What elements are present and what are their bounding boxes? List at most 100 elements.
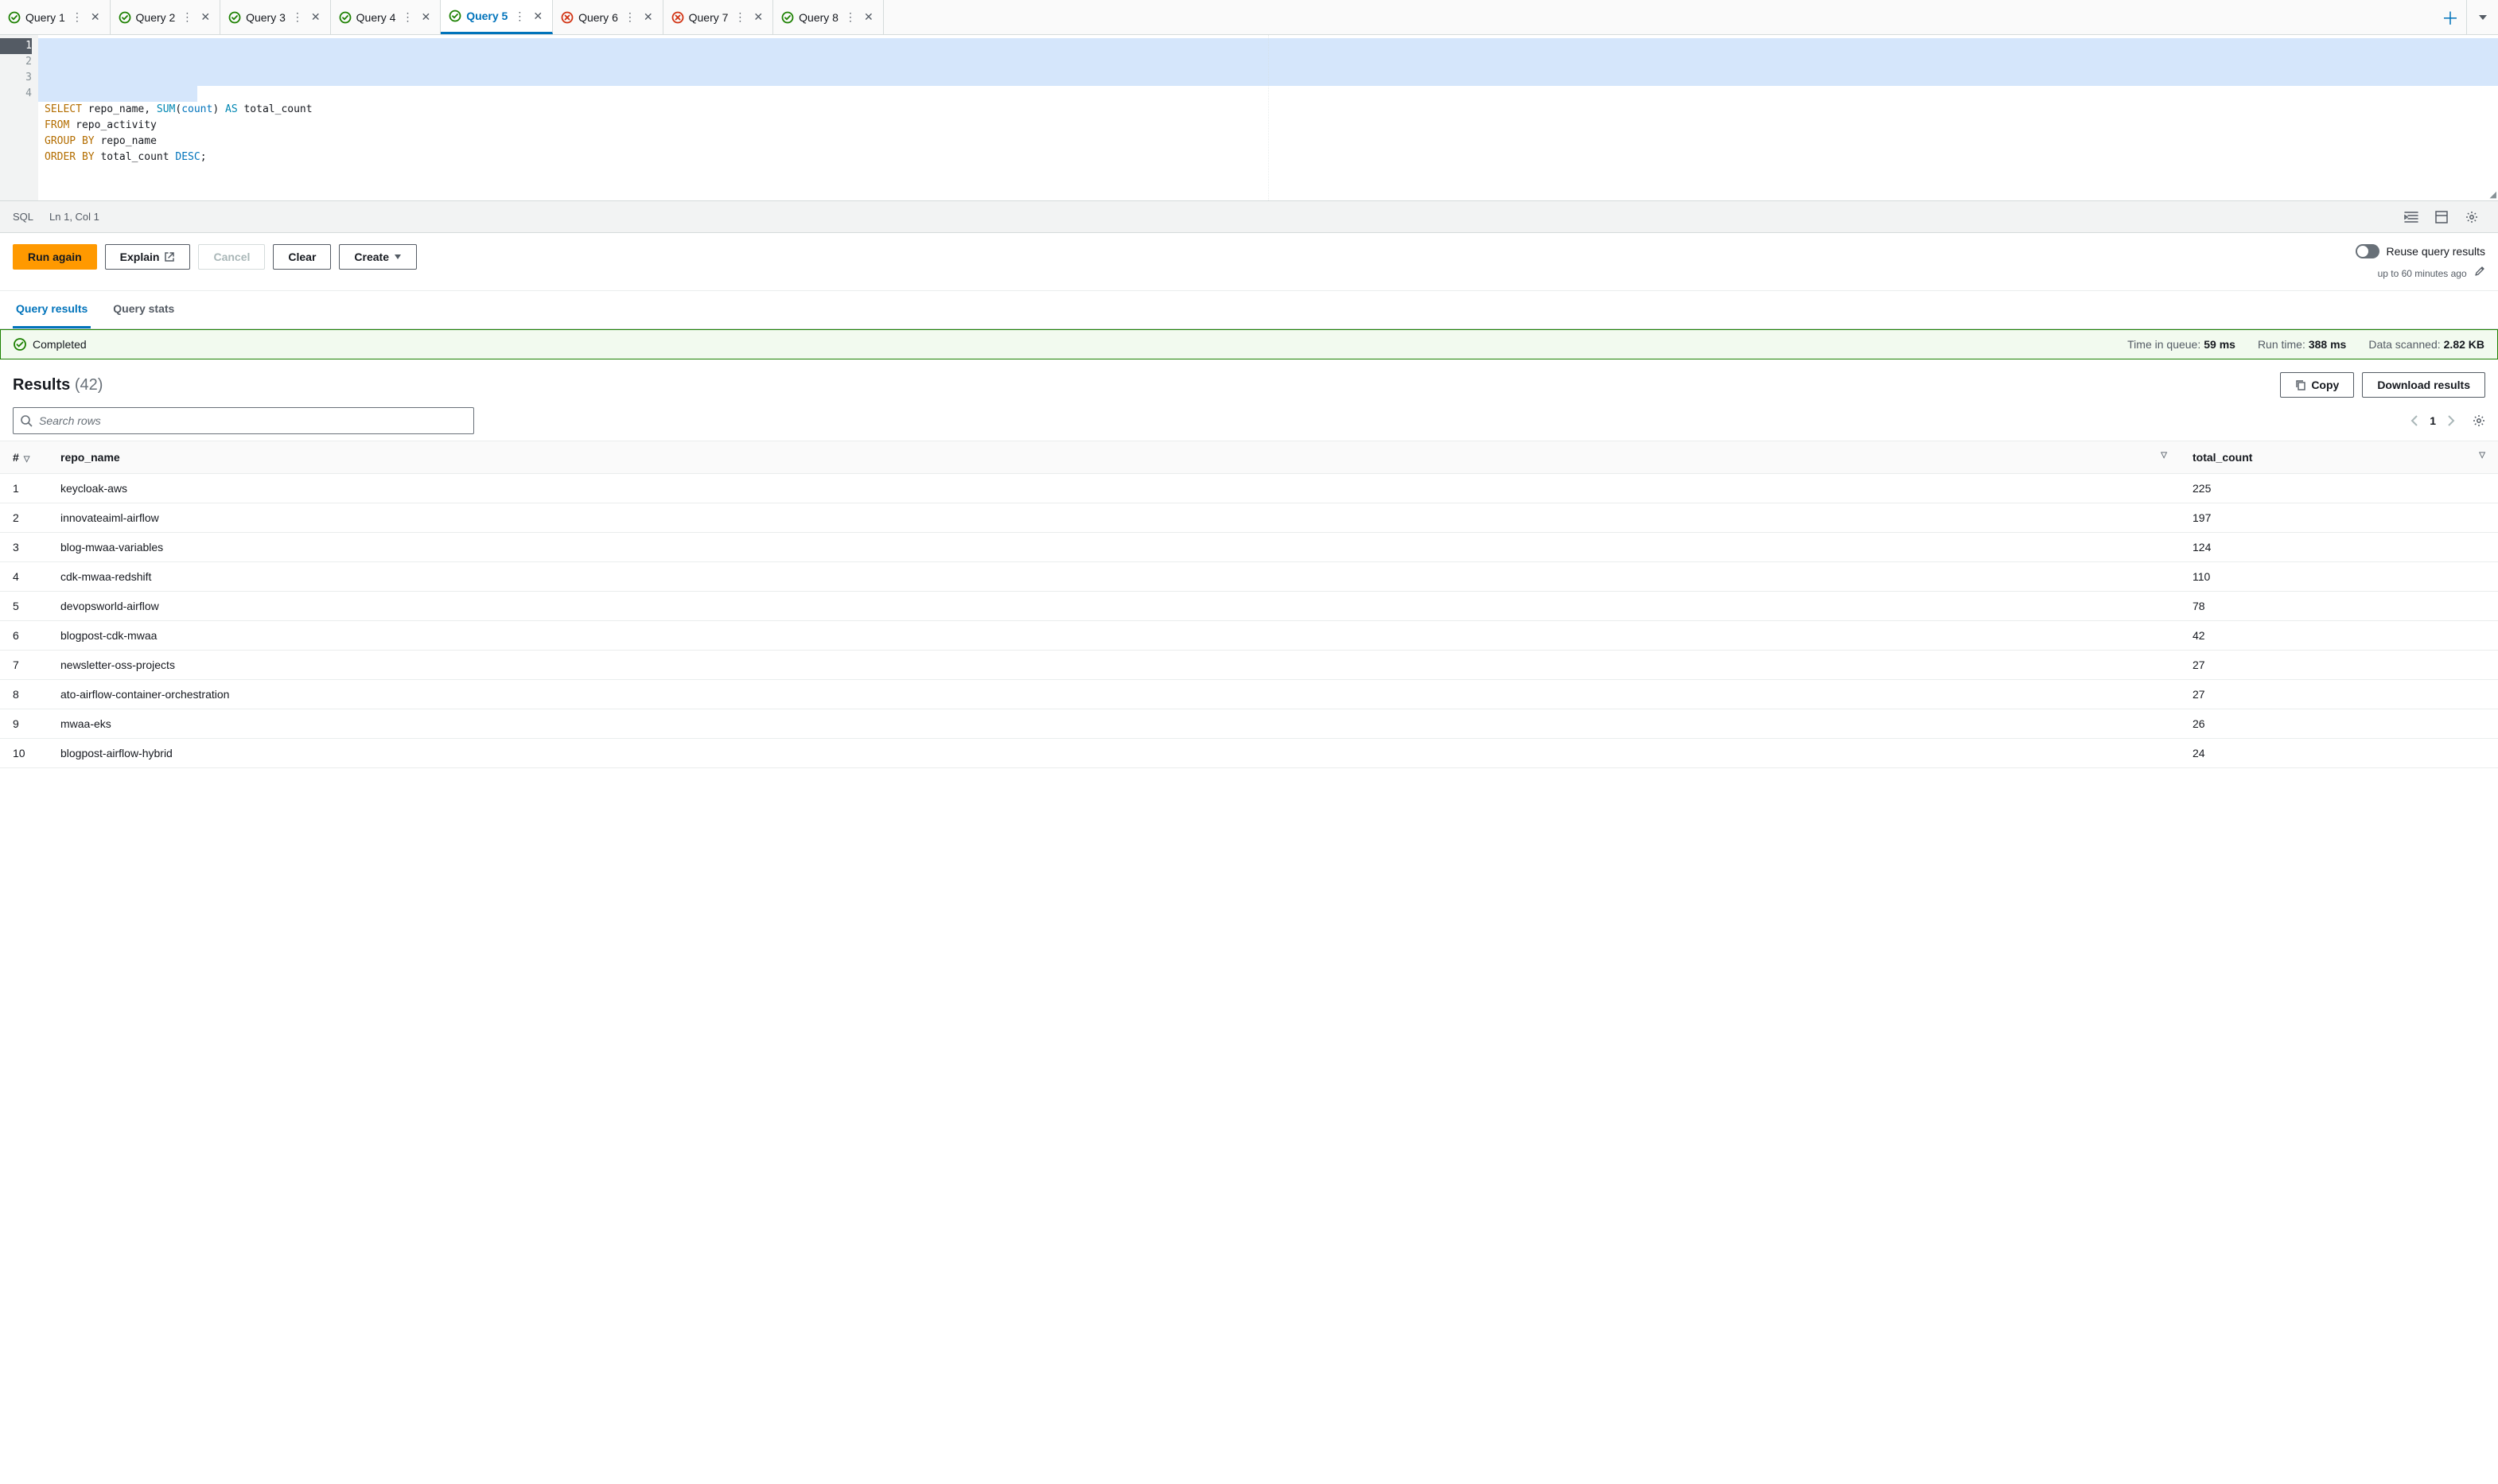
tab-menu-button[interactable]: ⋮ — [180, 10, 194, 24]
action-bar: Run again Explain Cancel Clear Create Re… — [0, 233, 2498, 291]
table-row[interactable]: 9mwaa-eks26 — [0, 709, 2498, 739]
tab-label: Query 5 — [466, 10, 508, 22]
editor-settings-button[interactable] — [2458, 206, 2485, 228]
tab-menu-button[interactable]: ⋮ — [843, 10, 858, 24]
reuse-results-label: Reuse query results — [2386, 245, 2485, 258]
column-header-total-count[interactable]: total_count▽ — [2180, 441, 2498, 474]
query-tab[interactable]: Query 5 ⋮ ✕ — [441, 0, 553, 34]
reuse-results-toggle[interactable]: Reuse query results — [2356, 244, 2485, 258]
run-button[interactable]: Run again — [13, 244, 97, 270]
time-in-queue: Time in queue:59 ms — [2127, 338, 2235, 351]
check-circle-icon — [14, 338, 26, 351]
cell-total-count: 42 — [2180, 621, 2498, 651]
results-header: Results (42) Copy Download results — [0, 359, 2498, 404]
cell-repo-name: mwaa-eks — [48, 709, 2180, 739]
format-query-button[interactable] — [2398, 206, 2425, 228]
tab-query-results[interactable]: Query results — [13, 291, 91, 328]
external-link-icon — [164, 251, 175, 262]
download-results-button[interactable]: Download results — [2362, 372, 2485, 398]
copy-icon — [2295, 379, 2306, 390]
sql-editor[interactable]: 1234 SELECT repo_name, SUM(count) AS tot… — [0, 35, 2498, 201]
table-row[interactable]: 8ato-airflow-container-orchestration27 — [0, 680, 2498, 709]
cell-index: 3 — [0, 533, 48, 562]
tab-close-button[interactable]: ✕ — [309, 10, 322, 24]
query-tab[interactable]: Query 7 ⋮ ✕ — [663, 0, 774, 34]
tab-menu-button[interactable]: ⋮ — [623, 10, 637, 24]
tab-menu-button[interactable]: ⋮ — [733, 10, 747, 24]
editor-cursor-position: Ln 1, Col 1 — [49, 211, 99, 223]
tab-close-button[interactable]: ✕ — [419, 10, 432, 24]
status-banner: Completed Time in queue:59 ms Run time:3… — [0, 329, 2498, 359]
query-tab[interactable]: Query 6 ⋮ ✕ — [553, 0, 663, 34]
check-circle-icon — [228, 11, 241, 24]
explain-button[interactable]: Explain — [105, 244, 191, 270]
status-text: Completed — [33, 338, 87, 351]
table-settings-button[interactable] — [2473, 414, 2485, 427]
editor-code[interactable]: SELECT repo_name, SUM(count) AS total_co… — [38, 35, 2498, 200]
cell-total-count: 110 — [2180, 562, 2498, 592]
tab-label: Query 7 — [689, 11, 729, 24]
tab-label: Query 6 — [578, 11, 618, 24]
plus-icon: ＋ — [2442, 5, 2459, 30]
tab-query-stats[interactable]: Query stats — [110, 291, 177, 328]
reuse-results-sub: up to 60 minutes ago — [2378, 268, 2467, 279]
tab-menu-button[interactable]: ⋮ — [70, 10, 84, 24]
table-row[interactable]: 4cdk-mwaa-redshift110 — [0, 562, 2498, 592]
tab-label: Query 8 — [799, 11, 839, 24]
query-tab[interactable]: Query 8 ⋮ ✕ — [773, 0, 884, 34]
tab-menu-button[interactable]: ⋮ — [512, 10, 527, 23]
create-button[interactable]: Create — [339, 244, 417, 270]
tab-close-button[interactable]: ✕ — [531, 10, 544, 23]
search-rows-input[interactable] — [39, 414, 467, 427]
tab-close-button[interactable]: ✕ — [642, 10, 655, 24]
resize-grip-icon[interactable]: ◢ — [2490, 189, 2496, 200]
query-tab[interactable]: Query 2⋮✕ — [111, 0, 221, 34]
table-row[interactable]: 7newsletter-oss-projects27 — [0, 651, 2498, 680]
cell-repo-name: cdk-mwaa-redshift — [48, 562, 2180, 592]
gear-icon — [2473, 414, 2485, 427]
results-subtabs: Query results Query stats — [0, 291, 2498, 329]
cell-repo-name: innovateaiml-airflow — [48, 503, 2180, 533]
tab-overflow-button[interactable] — [2466, 0, 2498, 35]
cell-index: 6 — [0, 621, 48, 651]
copy-button[interactable]: Copy — [2280, 372, 2354, 398]
sort-icon: ▽ — [2479, 451, 2485, 460]
check-circle-icon — [119, 11, 131, 24]
results-table: #▽ repo_name▽ total_count▽ 1keycloak-aws… — [0, 441, 2498, 768]
cell-index: 7 — [0, 651, 48, 680]
table-row[interactable]: 3blog-mwaa-variables124 — [0, 533, 2498, 562]
table-row[interactable]: 5devopsworld-airflow78 — [0, 592, 2498, 621]
layout-icon — [2435, 211, 2448, 223]
table-row[interactable]: 2innovateaiml-airflow197 — [0, 503, 2498, 533]
table-row[interactable]: 1keycloak-aws225 — [0, 474, 2498, 503]
tab-menu-button[interactable]: ⋮ — [290, 10, 305, 24]
results-title: Results (42) — [13, 376, 103, 394]
cell-index: 8 — [0, 680, 48, 709]
column-header-repo-name[interactable]: repo_name▽ — [48, 441, 2180, 474]
query-tab[interactable]: Query 3⋮✕ — [220, 0, 331, 34]
query-tab[interactable]: Query 4⋮✕ — [331, 0, 442, 34]
run-time: Run time:388 ms — [2258, 338, 2346, 351]
tab-close-button[interactable]: ✕ — [89, 10, 102, 24]
clear-button[interactable]: Clear — [273, 244, 331, 270]
column-header-index[interactable]: #▽ — [0, 441, 48, 474]
pencil-icon — [2474, 266, 2485, 277]
tab-menu-button[interactable]: ⋮ — [400, 10, 414, 24]
cell-total-count: 197 — [2180, 503, 2498, 533]
new-query-button[interactable]: ＋ — [2434, 0, 2466, 35]
cell-index: 9 — [0, 709, 48, 739]
tab-close-button[interactable]: ✕ — [862, 10, 875, 24]
table-row[interactable]: 10blogpost-airflow-hybrid24 — [0, 739, 2498, 768]
tab-close-button[interactable]: ✕ — [199, 10, 212, 24]
editor-language: SQL — [13, 211, 33, 223]
edit-reuse-button[interactable] — [2474, 266, 2485, 277]
table-row[interactable]: 6blogpost-cdk-mwaa42 — [0, 621, 2498, 651]
cell-total-count: 78 — [2180, 592, 2498, 621]
query-tab[interactable]: Query 1⋮✕ — [0, 0, 111, 34]
search-rows-box[interactable] — [13, 407, 474, 434]
editor-layout-button[interactable] — [2428, 206, 2455, 228]
pagination: 1 — [2410, 414, 2485, 427]
caret-down-icon — [2478, 13, 2488, 22]
cell-repo-name: blogpost-airflow-hybrid — [48, 739, 2180, 768]
tab-close-button[interactable]: ✕ — [752, 10, 765, 24]
